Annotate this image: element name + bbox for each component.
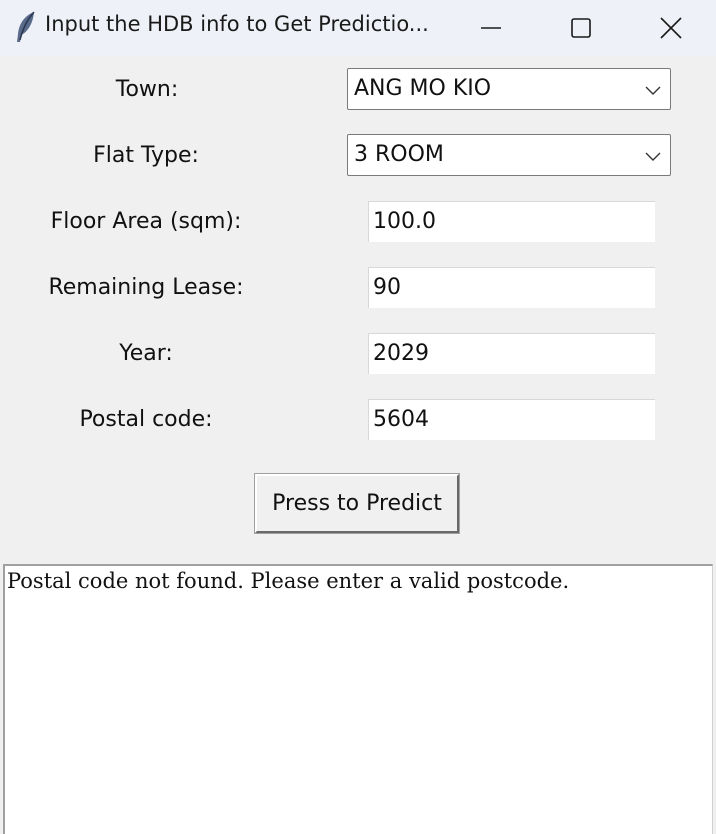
floor-area-input[interactable]: 100.0: [368, 201, 655, 242]
output-textarea[interactable]: Postal code not found. Please enter a va…: [3, 564, 713, 834]
window-title: Input the HDB info to Get Predictio...: [45, 12, 429, 36]
postal-code-input[interactable]: 5604: [368, 399, 655, 440]
floor-area-value: 100.0: [373, 209, 436, 234]
year-input[interactable]: 2029: [368, 333, 655, 374]
chevron-down-icon[interactable]: [644, 81, 662, 99]
flat-type-value: 3 ROOM: [354, 142, 444, 167]
minimize-button[interactable]: [446, 0, 536, 56]
predict-button[interactable]: Press to Predict: [254, 473, 460, 534]
title-bar[interactable]: Input the HDB info to Get Predictio...: [0, 0, 716, 56]
maximize-button[interactable]: [536, 0, 626, 56]
floor-area-label: Floor Area (sqm):: [50, 209, 242, 234]
remaining-lease-label: Remaining Lease:: [48, 275, 244, 300]
year-value: 2029: [373, 341, 429, 366]
feather-icon: [14, 10, 38, 44]
output-message: Postal code not found. Please enter a va…: [7, 569, 570, 593]
flat-type-label: Flat Type:: [93, 143, 199, 168]
town-select[interactable]: ANG MO KIO: [347, 68, 671, 110]
postal-code-label: Postal code:: [79, 407, 213, 432]
postal-code-value: 5604: [373, 407, 429, 432]
maximize-icon: [571, 18, 591, 38]
town-value: ANG MO KIO: [354, 76, 492, 101]
town-label: Town:: [115, 77, 179, 102]
close-button[interactable]: [626, 0, 716, 56]
remaining-lease-input[interactable]: 90: [368, 267, 655, 308]
close-icon: [660, 17, 682, 39]
minimize-icon: [481, 27, 501, 29]
flat-type-select[interactable]: 3 ROOM: [347, 134, 671, 176]
chevron-down-icon[interactable]: [644, 147, 662, 165]
app-window: Input the HDB info to Get Predictio... T…: [0, 0, 716, 834]
remaining-lease-value: 90: [373, 275, 401, 300]
year-label: Year:: [119, 341, 173, 366]
